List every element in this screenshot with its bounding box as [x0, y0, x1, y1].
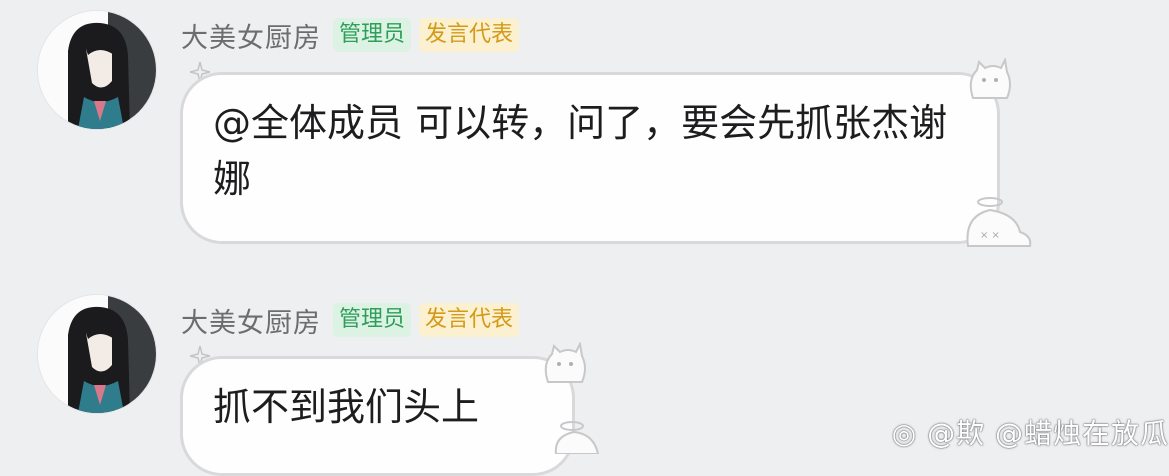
avatar[interactable]: [38, 11, 156, 129]
avatar-girl-illustration: [38, 295, 156, 413]
admin-badge: 管理员: [333, 303, 412, 337]
message-text: @全体成员 可以转，问了，要会先抓张杰谢娜: [213, 101, 948, 201]
message-bubble[interactable]: 抓不到我们头上: [180, 356, 575, 476]
cat-sticker-icon: [544, 342, 586, 383]
speaker-rep-badge: 发言代表: [419, 303, 520, 337]
watermark-text: @欺 @蜡烛在放瓜: [927, 417, 1169, 450]
cat-sticker-icon: [969, 58, 1011, 99]
ghost-sticker-icon: [554, 421, 600, 454]
speaker-rep-badge: 发言代表: [419, 18, 520, 52]
avatar[interactable]: [38, 295, 156, 413]
sender-name[interactable]: 大美女厨房: [181, 16, 321, 55]
admin-badge: 管理员: [333, 18, 412, 52]
message-text: 抓不到我们头上: [213, 385, 480, 429]
message-bubble[interactable]: @全体成员 可以转，问了，要会先抓张杰谢娜: [180, 72, 1000, 244]
svg-text:× ×: × ×: [980, 230, 1000, 241]
weibo-watermark: ◎ @欺 @蜡烛在放瓜: [892, 412, 1169, 452]
weibo-logo-icon: ◎: [891, 417, 918, 450]
sleeping-ghost-sticker-icon: × ×: [966, 197, 1032, 247]
avatar-girl-illustration: [38, 11, 156, 129]
sender-name[interactable]: 大美女厨房: [181, 301, 321, 340]
